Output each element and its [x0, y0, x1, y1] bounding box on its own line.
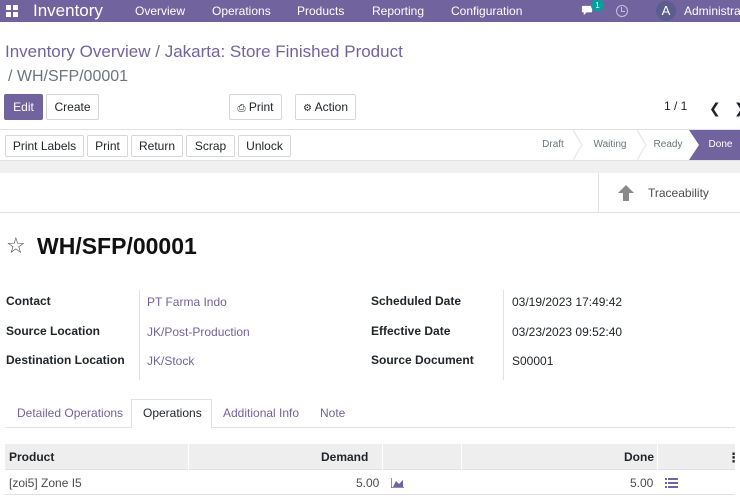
stage-ready: Ready	[653, 139, 683, 150]
menu-overview[interactable]: Overview	[135, 0, 185, 22]
activity-clock-icon[interactable]	[616, 5, 628, 17]
column-done[interactable]: Done	[624, 450, 654, 464]
top-navbar: Inventory Overview Operations Products R…	[0, 0, 740, 22]
tab-detailed-operations[interactable]: Detailed Operations	[17, 406, 123, 420]
field-divider	[503, 290, 504, 380]
source-document-value: S00001	[512, 354, 554, 368]
menu-reporting[interactable]: Reporting	[372, 0, 424, 22]
star-icon[interactable]: ☆	[6, 234, 26, 258]
menu-operations[interactable]: Operations	[212, 0, 271, 22]
app-menu-icon[interactable]	[6, 5, 19, 17]
breadcrumb: Inventory Overview / Jakarta: Store Fini…	[5, 42, 403, 62]
breadcrumb-separator: /	[155, 42, 160, 61]
scheduled-date-value: 03/19/2023 17:49:42	[512, 295, 623, 309]
edit-button[interactable]: Edit	[4, 94, 43, 120]
tab-additional-info[interactable]: Additional Info	[223, 406, 299, 420]
column-options-icon[interactable]: ⋮	[727, 450, 740, 466]
chevron-right-icon[interactable]: ❯	[734, 100, 740, 117]
printer-icon: ⎙	[237, 103, 246, 114]
message-count-badge: 1	[591, 0, 604, 11]
column-divider	[657, 444, 658, 470]
stage-separator	[573, 130, 583, 160]
user-name[interactable]: Administrator	[684, 0, 740, 22]
app-brand[interactable]: Inventory	[33, 0, 103, 22]
action-dropdown-label: Action	[314, 100, 348, 114]
sheet-background	[0, 161, 740, 173]
source-location-label: Source Location	[6, 324, 101, 338]
destination-location-value[interactable]: JK/Stock	[147, 354, 194, 368]
row-done: 5.00	[630, 476, 654, 490]
stage-draft: Draft	[542, 139, 564, 150]
source-location-value[interactable]: JK/Post-Production	[147, 325, 250, 339]
contact-value[interactable]: PT Farma Indo	[147, 295, 227, 309]
row-product[interactable]: [zoi5] Zone I5	[9, 476, 82, 490]
tab-operations[interactable]: Operations	[143, 406, 202, 420]
gear-icon: ⚙	[303, 103, 312, 114]
print-dropdown-label: Print	[248, 100, 274, 114]
column-demand[interactable]: Demand	[321, 450, 368, 464]
pager-value[interactable]: 1 / 1	[664, 99, 687, 113]
tab-note[interactable]: Note	[320, 406, 345, 420]
scheduled-date-label: Scheduled Date	[371, 294, 462, 308]
record-title: WH/SFP/00001	[37, 233, 197, 259]
destination-location-label: Destination Location	[6, 353, 125, 367]
column-divider	[461, 444, 462, 470]
create-button[interactable]: Create	[46, 94, 99, 120]
source-document-label: Source Document	[371, 353, 474, 367]
stage-separator	[637, 130, 647, 160]
breadcrumb-parent[interactable]: Inventory Overview	[5, 42, 151, 61]
print-dropdown[interactable]: ⎙ Print	[229, 94, 282, 120]
column-divider	[188, 444, 189, 470]
stage-waiting: Waiting	[593, 139, 627, 150]
effective-date-value: 03/23/2023 09:52:40	[512, 325, 623, 339]
field-divider	[139, 290, 140, 380]
stage-done: Done	[701, 130, 740, 160]
column-product[interactable]: Product	[9, 450, 54, 464]
traceability-button[interactable]: Traceability	[598, 173, 740, 212]
traceability-label: Traceability	[648, 186, 709, 200]
breadcrumb-middle[interactable]: Jakarta: Store Finished Product	[165, 42, 403, 61]
details-list-icon[interactable]	[665, 478, 678, 488]
chevron-left-icon[interactable]: ❮	[709, 100, 721, 117]
menu-products[interactable]: Products	[297, 0, 344, 22]
action-dropdown[interactable]: ⚙ Action	[295, 94, 356, 120]
return-button[interactable]: Return	[131, 135, 183, 157]
unlock-button[interactable]: Unlock	[238, 135, 291, 157]
breadcrumb-current: / WH/SFP/00001	[8, 68, 129, 85]
forecast-chart-icon[interactable]	[391, 478, 404, 488]
menu-configuration[interactable]: Configuration	[451, 0, 522, 22]
scrap-button[interactable]: Scrap	[186, 135, 235, 157]
user-avatar[interactable]: A	[656, 1, 676, 21]
stage-done-arrow	[689, 130, 701, 160]
row-demand: 5.00	[356, 476, 380, 490]
print-labels-button[interactable]: Print Labels	[5, 135, 84, 157]
contact-label: Contact	[6, 294, 51, 308]
column-divider	[382, 444, 383, 470]
effective-date-label: Effective Date	[371, 324, 451, 338]
arrow-up-icon	[618, 185, 634, 201]
print-button[interactable]: Print	[87, 135, 128, 157]
status-bar: Print Labels Print Return Scrap Unlock D…	[0, 129, 740, 161]
